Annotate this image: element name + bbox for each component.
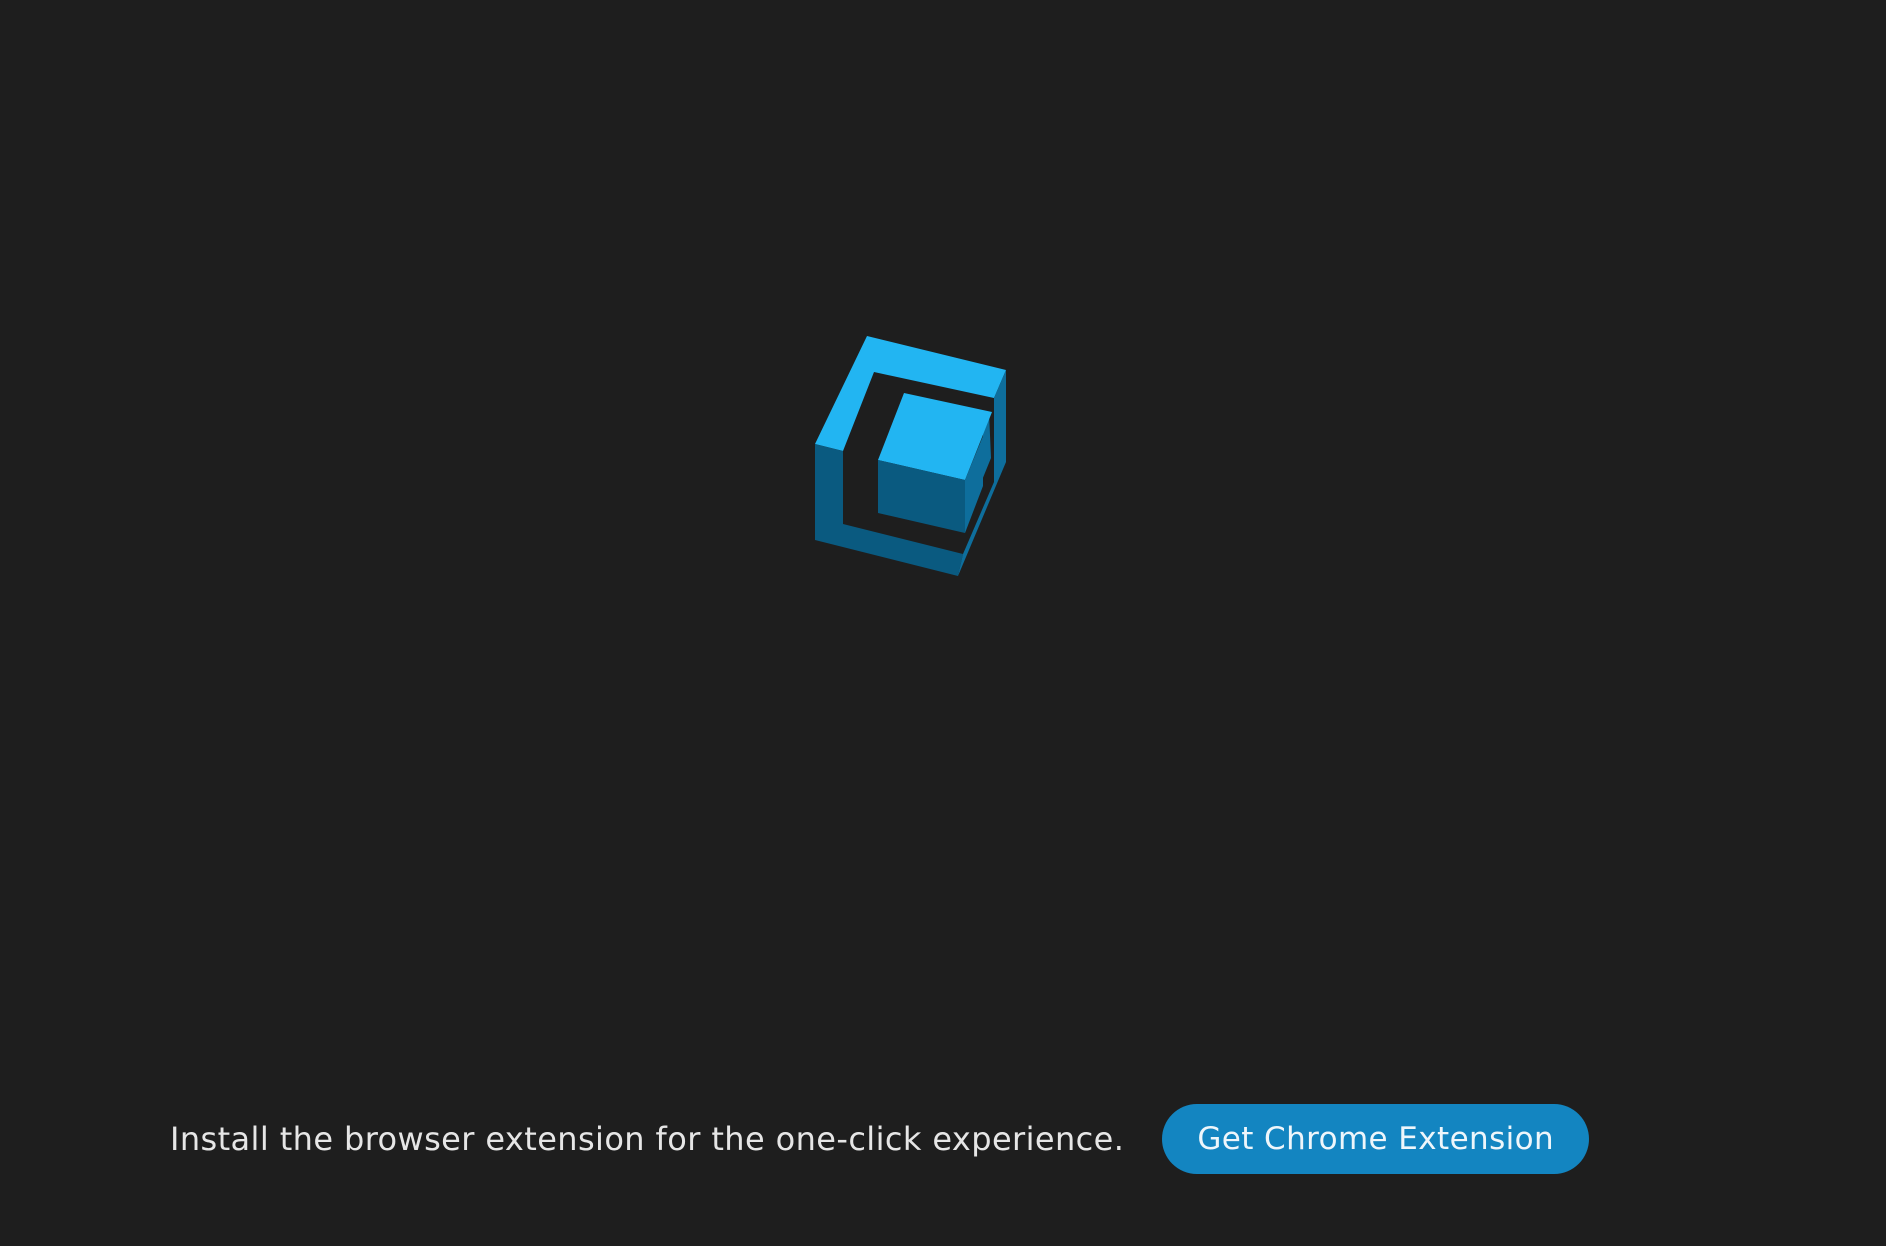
get-chrome-extension-button[interactable]: Get Chrome Extension (1162, 1104, 1590, 1174)
extension-prompt-bar: Install the browser extension for the on… (170, 1104, 1590, 1174)
cube-logo-icon (815, 330, 1015, 580)
install-extension-message: Install the browser extension for the on… (170, 1120, 1125, 1158)
extension-landing-page: Install the browser extension for the on… (0, 0, 1886, 1246)
